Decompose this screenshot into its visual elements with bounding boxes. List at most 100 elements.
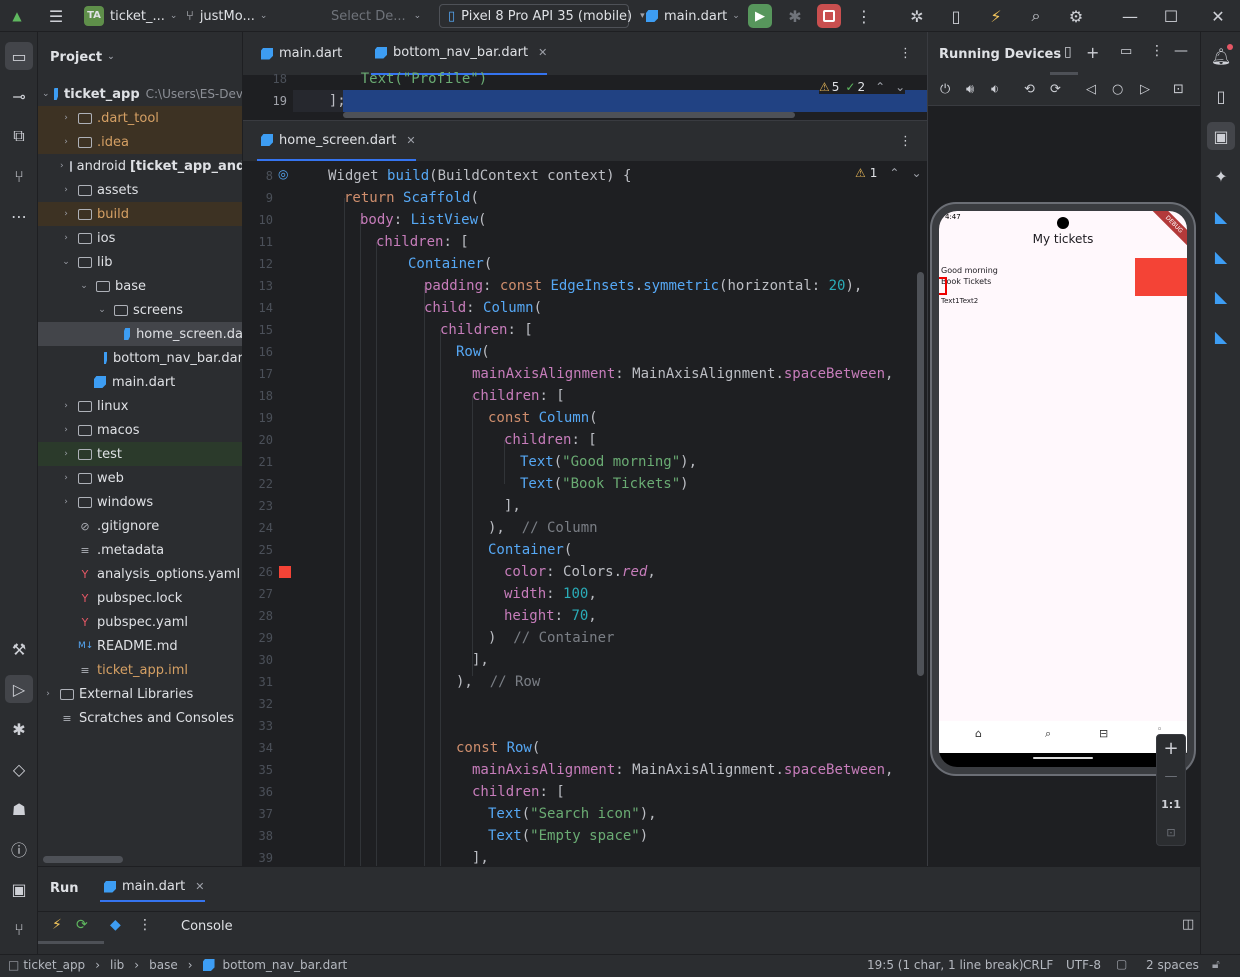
- code-line[interactable]: children: [: [440, 319, 533, 341]
- device-tab-icon[interactable]: ▯: [1064, 44, 1072, 60]
- tree-item[interactable]: M↓ README.md: [38, 634, 242, 658]
- back-icon[interactable]: ◁: [1086, 82, 1096, 97]
- run-config-selector[interactable]: main.dart ⌄: [646, 0, 740, 32]
- breadcrumb-item[interactable]: base: [149, 958, 178, 972]
- code-line[interactable]: Container(: [488, 539, 572, 561]
- tab-options-icon[interactable]: ⋮: [899, 121, 912, 161]
- code-line[interactable]: children: [: [504, 429, 597, 451]
- caret-position[interactable]: 19:5 (1 char, 1 line break): [867, 958, 1024, 972]
- flutter-inspector-icon[interactable]: ◣: [1207, 202, 1235, 230]
- run-button[interactable]: ▶: [748, 4, 772, 28]
- options-icon[interactable]: ⋮: [1150, 43, 1164, 59]
- zoom-in-icon[interactable]: +: [1157, 735, 1185, 763]
- lock-icon[interactable]: 🔓︎: [1212, 957, 1220, 972]
- tree-item[interactable]: Ypubspec.lock: [38, 586, 242, 610]
- device-manager-icon[interactable]: ▯: [1207, 82, 1235, 110]
- breadcrumb-item[interactable]: lib: [110, 958, 124, 972]
- tab-bottom-nav-bar-dart[interactable]: bottom_nav_bar.dart ✕: [371, 32, 548, 75]
- tree-item[interactable]: home_screen.da: [38, 322, 242, 346]
- more-actions-icon[interactable]: ⋮: [852, 4, 876, 28]
- tree-item[interactable]: ≡ Scratches and Consoles: [38, 706, 242, 730]
- add-device-icon[interactable]: +: [1086, 43, 1099, 62]
- tree-item[interactable]: › External Libraries: [38, 682, 242, 706]
- run-tab-main-dart[interactable]: main.dart ✕: [100, 879, 205, 902]
- tree-item[interactable]: › assets: [38, 178, 242, 202]
- gemini-icon[interactable]: ✦: [1207, 162, 1235, 190]
- pull-requests-icon[interactable]: ⑂: [5, 162, 33, 190]
- code-line[interactable]: child: Column(: [424, 297, 542, 319]
- nav-home-icon[interactable]: ⌂: [975, 727, 982, 740]
- tree-item[interactable]: Yanalysis_options.yaml: [38, 562, 242, 586]
- tab-main-dart[interactable]: main.dart: [257, 32, 342, 75]
- device-mirroring-icon[interactable]: ▯: [944, 4, 968, 28]
- horizontal-scrollbar[interactable]: [43, 856, 123, 863]
- rotate-left-icon[interactable]: ⟲: [1024, 82, 1035, 97]
- code-line[interactable]: ), // Row: [456, 671, 540, 693]
- code-line[interactable]: ), // Column: [488, 517, 598, 539]
- code-line[interactable]: padding: const EdgeInsets.symmetric(hori…: [424, 275, 862, 297]
- readonly-toggle-icon[interactable]: ▢: [1116, 957, 1127, 971]
- inspection-widget[interactable]: ⚠ 1 ⌃ ⌄: [855, 166, 922, 180]
- more-options-icon[interactable]: ⋮: [138, 917, 152, 933]
- tree-item[interactable]: ⌄ screens: [38, 298, 242, 322]
- tree-item[interactable]: › ios: [38, 226, 242, 250]
- tree-item[interactable]: › windows: [38, 490, 242, 514]
- dart-devtools-icon[interactable]: ◆: [110, 917, 121, 933]
- layout-icon[interactable]: ◫: [1182, 917, 1194, 932]
- settings-gear-icon[interactable]: ⚙: [1064, 4, 1088, 28]
- code-line[interactable]: Text("Good morning"),: [520, 451, 697, 473]
- override-gutter-icon[interactable]: ◎: [278, 167, 288, 181]
- breadcrumb-item[interactable]: ticket_app: [23, 958, 85, 972]
- zoom-out-icon[interactable]: —: [1157, 763, 1185, 791]
- inspection-widget[interactable]: ⚠ 5 ✓ 2 ⌃ ⌄: [819, 80, 906, 94]
- window-layout-icon[interactable]: ▭: [1120, 44, 1132, 59]
- code-line[interactable]: ],: [472, 847, 489, 866]
- nav-search-icon[interactable]: ⌕: [1045, 727, 1051, 741]
- tree-item[interactable]: ≡ ticket_app.iml: [38, 658, 242, 682]
- tree-item[interactable]: › web: [38, 466, 242, 490]
- debug-bug-icon[interactable]: ✱: [783, 4, 807, 28]
- attach-debugger-icon[interactable]: ✲: [905, 4, 929, 28]
- problems-icon[interactable]: ⓘ: [5, 835, 33, 863]
- code-line[interactable]: children: [: [472, 781, 565, 803]
- tab-home-screen-dart[interactable]: home_screen.dart ✕: [257, 121, 416, 161]
- breadcrumb-item[interactable]: bottom_nav_bar.dart: [223, 958, 348, 972]
- color-swatch-gutter-icon[interactable]: [279, 566, 291, 578]
- tree-item[interactable]: ⊘ .gitignore: [38, 514, 242, 538]
- code-line[interactable]: Text("Book Tickets"): [520, 473, 689, 495]
- code-line[interactable]: Text("Search icon"),: [488, 803, 657, 825]
- code-line[interactable]: Container(: [408, 253, 492, 275]
- tree-root[interactable]: ⌄ ticket_app C:\Users\ES-Dev: [38, 82, 242, 106]
- phone-screen[interactable]: 4:47 DEBUG My tickets Good morning Book …: [939, 211, 1187, 753]
- horizontal-scrollbar[interactable]: [343, 112, 795, 118]
- code-line[interactable]: ],: [472, 649, 489, 671]
- chevron-down-icon[interactable]: ⌄: [911, 166, 921, 180]
- more-tools-icon[interactable]: ⋯: [5, 202, 33, 230]
- code-line[interactable]: Text("Profile"): [327, 70, 487, 88]
- tree-item[interactable]: › android [ticket_app_andr: [38, 154, 242, 178]
- maximize-icon[interactable]: ☐: [1159, 4, 1183, 28]
- gem-icon[interactable]: ◇: [5, 755, 33, 783]
- zoom-actual-size-button[interactable]: 1:1: [1157, 791, 1185, 819]
- flutter-outline-icon[interactable]: ◣: [1207, 242, 1235, 270]
- hide-panel-icon[interactable]: —: [1174, 43, 1188, 59]
- run-panel-title[interactable]: Run: [50, 881, 79, 896]
- project-folder-icon[interactable]: ▭: [5, 42, 33, 70]
- run-tool-icon[interactable]: ▷: [5, 675, 33, 703]
- tree-item[interactable]: › .dart_tool: [38, 106, 242, 130]
- hot-reload-icon[interactable]: ⚡: [52, 917, 62, 933]
- code-line[interactable]: color: Colors.red,: [504, 561, 656, 583]
- screenshot-icon[interactable]: ⊡: [1173, 82, 1184, 97]
- android-icon[interactable]: ☗: [5, 795, 33, 823]
- commit-icon[interactable]: ⊸: [5, 82, 33, 110]
- vcs-branch-selector[interactable]: ⑂ justMo... ⌄: [186, 0, 267, 32]
- overview-icon[interactable]: ▷: [1140, 82, 1150, 97]
- tree-item[interactable]: main.dart: [38, 370, 242, 394]
- tree-item[interactable]: › .idea: [38, 130, 242, 154]
- close-tab-icon[interactable]: ✕: [406, 134, 415, 147]
- volume-down-icon[interactable]: 🔉︎: [991, 82, 999, 97]
- code-line[interactable]: height: 70,: [504, 605, 597, 627]
- code-line[interactable]: const Row(: [456, 737, 540, 759]
- code-line[interactable]: Row(: [456, 341, 490, 363]
- tree-item[interactable]: › macos: [38, 418, 242, 442]
